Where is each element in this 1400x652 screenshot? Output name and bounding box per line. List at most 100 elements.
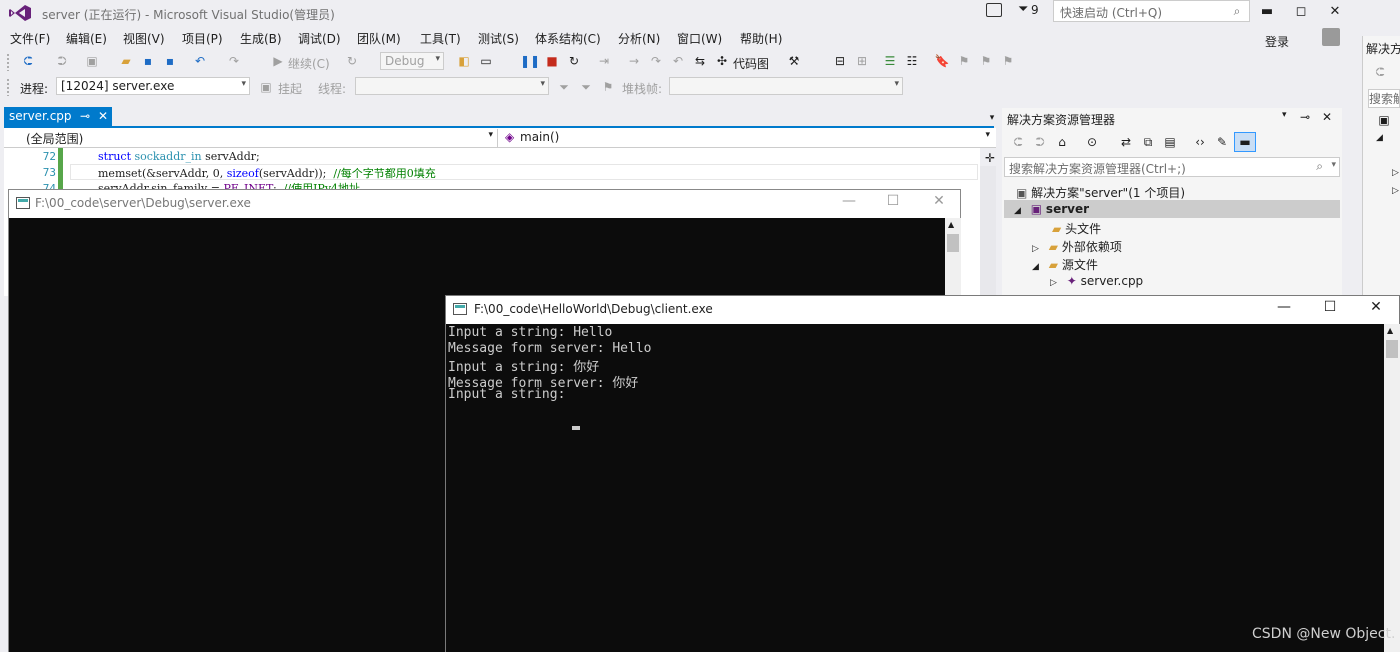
- restart-debug-icon[interactable]: ↻: [566, 53, 582, 69]
- prev-bookmark-icon[interactable]: ⚑: [956, 53, 972, 69]
- expanded-arrow-icon[interactable]: ◢: [1032, 262, 1039, 272]
- save-all-icon[interactable]: ▪: [162, 53, 178, 69]
- attach-icon[interactable]: ◧: [456, 53, 472, 69]
- forward-icon[interactable]: ⮊: [54, 53, 70, 69]
- solution-search-input[interactable]: 搜索解决方案资源管理器(Ctrl+;) ⌕ ▾: [1004, 157, 1340, 177]
- diagnostic-icon[interactable]: ⚒: [786, 53, 802, 69]
- collapsed-arrow-icon[interactable]: ▷: [1032, 244, 1039, 254]
- notification-flag-icon[interactable]: ⏷: [1018, 2, 1028, 17]
- maximize-button[interactable]: ☐: [873, 193, 913, 213]
- function-dropdown[interactable]: ◈ main() ▾: [502, 129, 994, 147]
- home-icon[interactable]: ⌂: [1054, 134, 1070, 150]
- open-file-icon[interactable]: ▰: [118, 53, 134, 69]
- filter2-icon[interactable]: ⏷: [578, 79, 594, 95]
- menu-item[interactable]: 分析(N): [618, 30, 660, 47]
- step-into-icon[interactable]: →: [626, 53, 642, 69]
- close-icon[interactable]: ✕: [1322, 110, 1332, 124]
- outdent-icon[interactable]: ☷: [904, 53, 920, 69]
- client-console-scrollbar[interactable]: ▲: [1384, 324, 1400, 652]
- scrollbar-thumb[interactable]: [1386, 340, 1398, 358]
- back-icon[interactable]: ⮈: [20, 53, 36, 69]
- screen-icon[interactable]: ▭: [478, 53, 494, 69]
- properties-icon[interactable]: ✎: [1214, 134, 1230, 150]
- redo-icon[interactable]: ↷: [226, 53, 242, 69]
- maximize-button[interactable]: ◻: [1284, 2, 1318, 22]
- maximize-button[interactable]: ☐: [1310, 299, 1350, 319]
- menu-item[interactable]: 团队(M): [357, 30, 401, 47]
- new-project-icon[interactable]: ▣: [84, 53, 100, 69]
- toolbar-grip[interactable]: [6, 53, 10, 71]
- close-button[interactable]: ✕: [919, 193, 959, 213]
- indent-icon[interactable]: ☰: [882, 53, 898, 69]
- menu-item[interactable]: 窗口(W): [677, 30, 722, 47]
- close-button[interactable]: ✕: [1356, 299, 1396, 319]
- save-icon[interactable]: ▪: [140, 53, 156, 69]
- minimize-button[interactable]: —: [1264, 299, 1304, 319]
- login-link[interactable]: 登录: [1265, 33, 1289, 50]
- client-console-body[interactable]: Input a string: Hello Message form serve…: [446, 324, 1384, 652]
- process-dropdown[interactable]: [12024] server.exe ▾: [56, 77, 250, 95]
- chevron-down-icon[interactable]: ▾: [1331, 160, 1336, 170]
- menu-item[interactable]: 文件(F): [10, 30, 50, 47]
- menu-item[interactable]: 视图(V): [123, 30, 165, 47]
- back-icon[interactable]: ⮈: [1372, 64, 1388, 80]
- refresh-icon[interactable]: ⇄: [1118, 134, 1134, 150]
- continue-label[interactable]: 继续(C): [288, 55, 330, 72]
- collapsed-arrow-icon[interactable]: ▷: [1392, 186, 1399, 196]
- tree-item-external-deps[interactable]: ▷ ▰ 外部依赖项: [1032, 238, 1122, 255]
- show-all-icon[interactable]: ▤: [1162, 134, 1178, 150]
- client-console-window[interactable]: F:\00_code\HelloWorld\Debug\client.exe —…: [445, 295, 1400, 652]
- scroll-up-icon[interactable]: ▲: [1387, 326, 1393, 335]
- continue-icon[interactable]: ▶: [270, 53, 286, 69]
- menu-item[interactable]: 编辑(E): [66, 30, 107, 47]
- toolbar-grip[interactable]: [6, 78, 10, 96]
- tab-server-cpp[interactable]: server.cpp ⊸ ✕: [4, 107, 112, 127]
- layout-icon[interactable]: ⊟: [832, 53, 848, 69]
- stop-icon[interactable]: ■: [544, 53, 560, 69]
- avatar[interactable]: [1322, 28, 1340, 46]
- collapsed-arrow-icon[interactable]: ▷: [1392, 168, 1399, 178]
- step-out-icon[interactable]: ↶: [670, 53, 686, 69]
- collapse-icon[interactable]: ⧉: [1140, 134, 1156, 150]
- flag-threads-icon[interactable]: ⚑: [600, 79, 616, 95]
- scrollbar-thumb[interactable]: [947, 234, 959, 252]
- menu-item[interactable]: 调试(D): [298, 30, 341, 47]
- minimize-button[interactable]: —: [829, 193, 869, 213]
- pin-icon[interactable]: ⊸: [1300, 110, 1310, 124]
- preview-icon[interactable]: ▬: [1234, 132, 1256, 152]
- pin-icon[interactable]: ⊸: [80, 109, 90, 123]
- show-next-icon[interactable]: ⇥: [596, 53, 612, 69]
- scope-dropdown[interactable]: (全局范围) ▾: [6, 129, 498, 147]
- minimize-button[interactable]: ▬: [1250, 2, 1284, 22]
- back-icon[interactable]: ⮈: [1010, 134, 1026, 150]
- right-panel-search[interactable]: 搜索解: [1368, 89, 1400, 108]
- code-map-label[interactable]: 代码图: [733, 55, 769, 72]
- lifecycle-icon[interactable]: ▣: [258, 79, 274, 95]
- tab-overflow-icon[interactable]: ▾: [984, 110, 1000, 126]
- next-bookmark-icon[interactable]: ⚑: [978, 53, 994, 69]
- close-icon[interactable]: ✕: [98, 109, 108, 123]
- scroll-up-icon[interactable]: ▲: [948, 220, 954, 229]
- restart-icon[interactable]: ↻: [344, 53, 360, 69]
- close-button[interactable]: ✕: [1318, 2, 1352, 22]
- bookmark-icon[interactable]: 🔖: [934, 53, 950, 69]
- collapsed-arrow-icon[interactable]: ▷: [1050, 278, 1057, 288]
- hot-reload-icon[interactable]: ⇆: [692, 53, 708, 69]
- code-map-icon[interactable]: ✣: [714, 53, 730, 69]
- editor-scrollbar[interactable]: [980, 166, 996, 296]
- code-icon[interactable]: ‹›: [1192, 134, 1208, 150]
- undo-icon[interactable]: ↶: [192, 53, 208, 69]
- layout2-icon[interactable]: ⊞: [854, 53, 870, 69]
- filter-icon[interactable]: ⏷: [556, 79, 572, 95]
- feedback-icon[interactable]: [986, 3, 1002, 17]
- menu-item[interactable]: 项目(P): [182, 30, 223, 47]
- expanded-arrow-icon[interactable]: ◢: [1014, 206, 1021, 216]
- menu-item[interactable]: 帮助(H): [740, 30, 782, 47]
- split-icon[interactable]: ✛: [982, 150, 998, 166]
- view-icon[interactable]: ▣: [1376, 112, 1392, 128]
- suspend-label[interactable]: 挂起: [278, 80, 302, 97]
- config-dropdown[interactable]: Debug ▾: [380, 52, 444, 70]
- tree-item-sources[interactable]: ◢ ▰ 源文件: [1032, 256, 1098, 273]
- expanded-arrow-icon[interactable]: ◢: [1376, 133, 1383, 143]
- tree-item-solution[interactable]: ▣ 解决方案"server"(1 个项目): [1016, 184, 1185, 201]
